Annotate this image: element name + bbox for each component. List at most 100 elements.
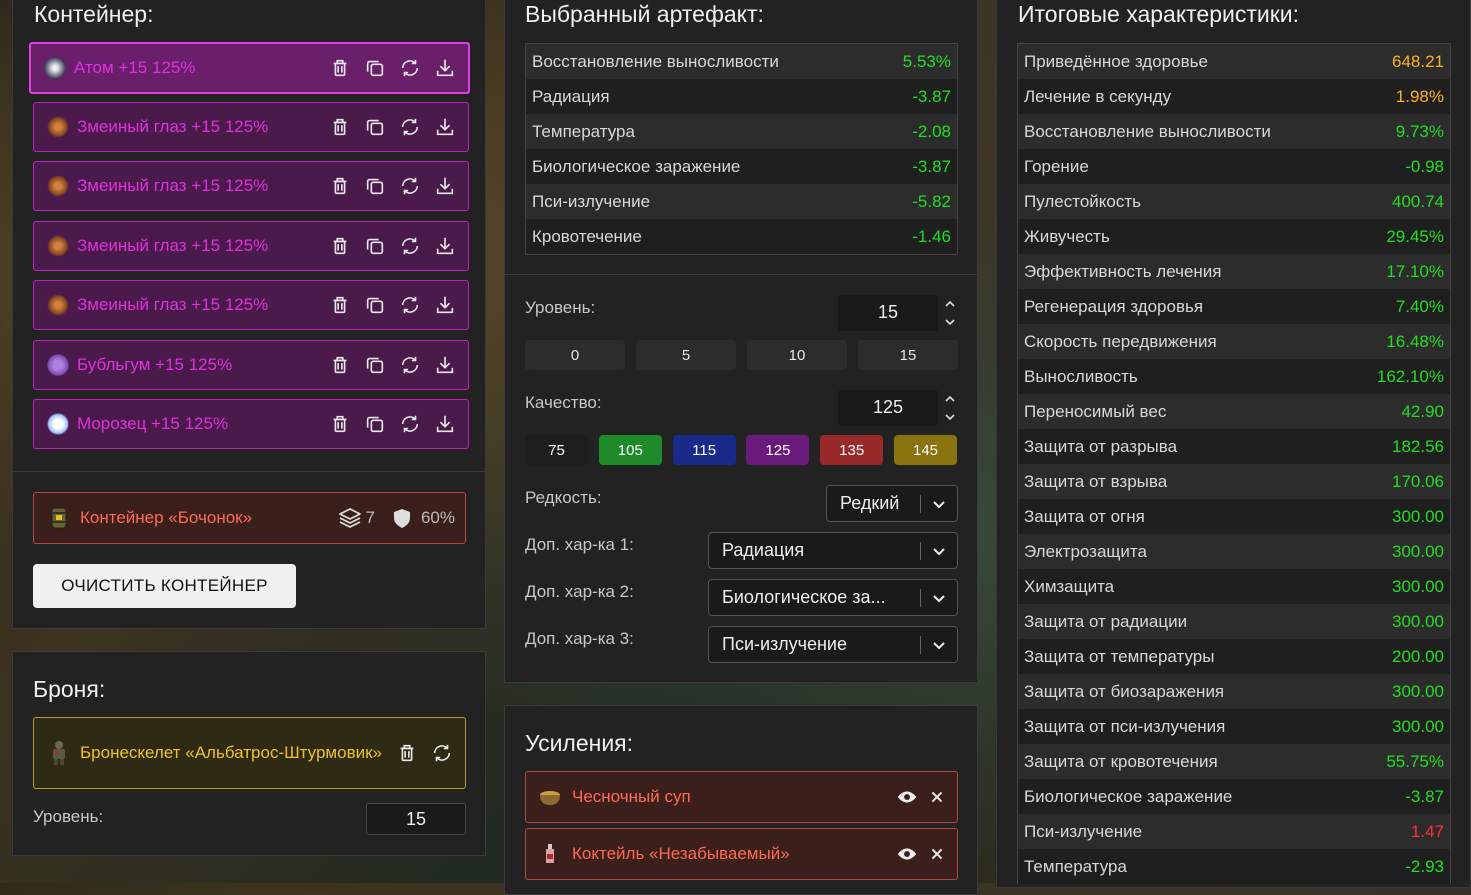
- refresh-icon[interactable]: [398, 175, 421, 198]
- download-icon[interactable]: [433, 116, 456, 139]
- chevron-down-icon: [921, 496, 957, 512]
- trash-icon[interactable]: [328, 413, 351, 436]
- copy-icon[interactable]: [363, 294, 386, 317]
- frost-icon: [47, 413, 69, 435]
- total-stat-row: Защита от разрыва 182.56: [1018, 429, 1450, 464]
- refresh-icon[interactable]: [430, 742, 453, 765]
- total-stat-row: Переносимый вес 42.90: [1018, 394, 1450, 429]
- artifact-item[interactable]: Атом +15 125%: [29, 42, 470, 94]
- download-icon[interactable]: [433, 57, 456, 80]
- trash-icon[interactable]: [328, 175, 351, 198]
- container-item-name: Контейнер «Бочонок»: [80, 508, 253, 527]
- total-stat-value: 17.10%: [1386, 261, 1444, 281]
- refresh-icon[interactable]: [398, 57, 421, 80]
- total-stat-value: 7.40%: [1395, 296, 1444, 316]
- close-icon[interactable]: [925, 843, 948, 866]
- total-stat-label: Пулестойкость: [1024, 191, 1141, 211]
- snake-eye-icon: [47, 116, 69, 138]
- total-stat-row: Пси-излучение 1.47: [1018, 814, 1450, 849]
- artifact-item[interactable]: Змеиный глаз +15 125%: [33, 221, 469, 271]
- close-icon[interactable]: [925, 786, 948, 809]
- trash-icon[interactable]: [328, 57, 351, 80]
- bottle-icon: [538, 842, 562, 866]
- eye-icon[interactable]: [895, 843, 918, 866]
- rarity-select[interactable]: Редкий: [826, 485, 958, 522]
- refresh-icon[interactable]: [398, 413, 421, 436]
- copy-icon[interactable]: [363, 413, 386, 436]
- quality-preset-button[interactable]: 75: [525, 435, 588, 465]
- armor-level-input[interactable]: 15: [366, 803, 466, 835]
- refresh-icon[interactable]: [398, 116, 421, 139]
- extra2-select[interactable]: Биологическое за...: [708, 579, 958, 616]
- download-icon[interactable]: [433, 354, 456, 377]
- total-stat-label: Пси-излучение: [1024, 821, 1143, 841]
- total-stat-label: Живучесть: [1024, 226, 1110, 246]
- eye-icon[interactable]: [895, 786, 918, 809]
- boost-item[interactable]: Коктейль «Незабываемый»: [525, 828, 958, 880]
- total-stat-value: -2.93: [1405, 856, 1444, 876]
- trash-icon[interactable]: [328, 235, 351, 258]
- armor-item[interactable]: Бронескелет «Альбатрос-Штурмовик»: [33, 717, 466, 789]
- extra1-select[interactable]: Радиация: [708, 532, 958, 569]
- extra1-value: Радиация: [722, 540, 805, 560]
- trash-icon[interactable]: [328, 294, 351, 317]
- download-icon[interactable]: [433, 175, 456, 198]
- artifact-item[interactable]: Змеиный глаз +15 125%: [33, 280, 469, 330]
- stat-value: -2.08: [912, 121, 951, 141]
- snake-eye-icon: [47, 294, 69, 316]
- total-stat-row: Регенерация здоровья 7.40%: [1018, 289, 1450, 324]
- download-icon[interactable]: [433, 235, 456, 258]
- copy-icon[interactable]: [363, 116, 386, 139]
- trash-icon[interactable]: [395, 742, 418, 765]
- quality-preset-button[interactable]: 125: [746, 435, 810, 465]
- trash-icon[interactable]: [328, 354, 351, 377]
- total-stat-row: Горение -0.98: [1018, 149, 1450, 184]
- layers-icon: [338, 506, 362, 530]
- container-panel: Контейнер: Атом +15 125% Змеиный глаз +15…: [12, 0, 486, 629]
- extra3-select[interactable]: Пси-излучение: [708, 626, 958, 663]
- stat-value: -3.87: [912, 86, 951, 106]
- refresh-icon[interactable]: [398, 294, 421, 317]
- quality-preset-button[interactable]: 115: [672, 435, 736, 465]
- bubblegum-icon: [47, 354, 69, 376]
- quality-preset-button[interactable]: 145: [894, 435, 957, 465]
- level-preset-button[interactable]: 15: [858, 340, 958, 370]
- copy-icon[interactable]: [363, 175, 386, 198]
- quality-input[interactable]: 125: [838, 390, 938, 426]
- download-icon[interactable]: [433, 294, 456, 317]
- total-stat-value: 1.98%: [1395, 86, 1444, 106]
- total-stat-label: Эффективность лечения: [1024, 261, 1222, 281]
- total-stat-value: 300.00: [1392, 541, 1444, 561]
- rarity-label: Редкость:: [525, 488, 602, 507]
- total-stat-value: 162.10%: [1376, 366, 1444, 386]
- container-title: Контейнер:: [34, 1, 154, 27]
- boost-item[interactable]: Чесночный суп: [525, 771, 958, 823]
- level-spinner[interactable]: [943, 298, 957, 328]
- artifact-item[interactable]: Бубльгум +15 125%: [33, 340, 469, 390]
- total-stat-value: -3.87: [1405, 786, 1444, 806]
- artifact-item[interactable]: Морозец +15 125%: [33, 399, 469, 449]
- container-protection: 60%: [420, 508, 455, 527]
- refresh-icon[interactable]: [398, 235, 421, 258]
- container-item[interactable]: Контейнер «Бочонок» 7 60%: [33, 492, 466, 544]
- artifact-item[interactable]: Змеиный глаз +15 125%: [33, 161, 469, 211]
- level-preset-button[interactable]: 5: [636, 340, 736, 370]
- download-icon[interactable]: [433, 413, 456, 436]
- trash-icon[interactable]: [328, 116, 351, 139]
- total-stat-value: 300.00: [1392, 611, 1444, 631]
- quality-preset-button[interactable]: 105: [598, 435, 662, 465]
- artifact-item[interactable]: Змеиный глаз +15 125%: [33, 102, 469, 152]
- level-preset-button[interactable]: 0: [525, 340, 625, 370]
- stat-row: Радиация -3.87: [526, 79, 957, 114]
- copy-icon[interactable]: [363, 235, 386, 258]
- clear-container-button[interactable]: ОЧИСТИТЬ КОНТЕЙНЕР: [33, 564, 296, 608]
- level-preset-button[interactable]: 10: [747, 340, 847, 370]
- totals-title: Итоговые характеристики:: [1018, 1, 1300, 27]
- copy-icon[interactable]: [363, 57, 386, 80]
- copy-icon[interactable]: [363, 354, 386, 377]
- quality-spinner[interactable]: [943, 393, 957, 423]
- quality-preset-button[interactable]: 135: [820, 435, 884, 465]
- total-stat-row: Скорость передвижения 16.48%: [1018, 324, 1450, 359]
- refresh-icon[interactable]: [398, 354, 421, 377]
- level-input[interactable]: 15: [838, 295, 938, 331]
